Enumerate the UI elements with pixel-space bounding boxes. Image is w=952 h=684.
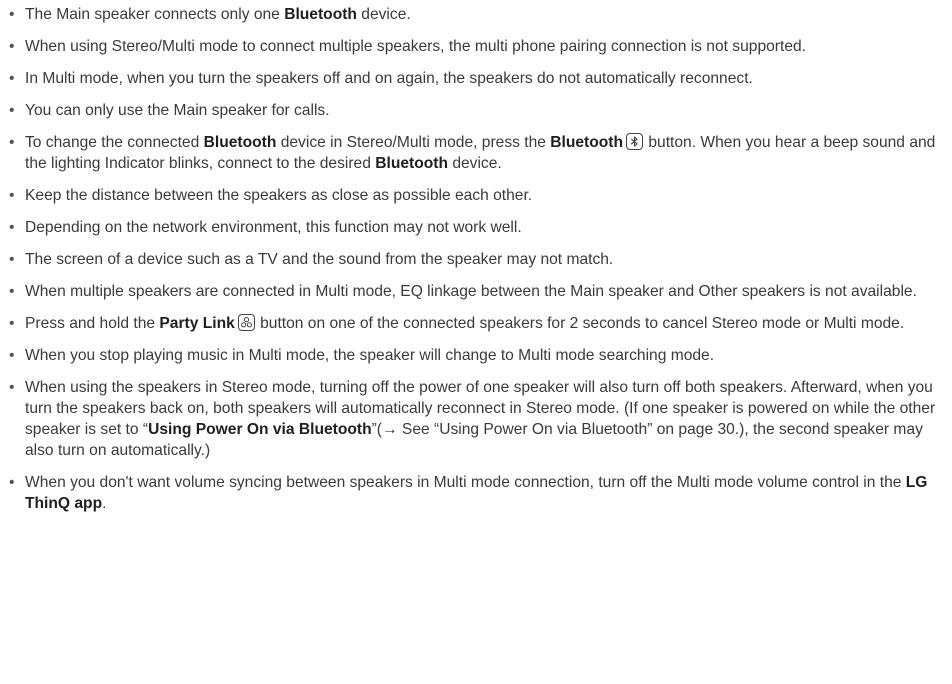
note-text: To change the connected xyxy=(25,134,204,151)
note-item: When multiple speakers are connected in … xyxy=(6,281,940,302)
note-item: When using the speakers in Stereo mode, … xyxy=(6,377,940,461)
note-text: The screen of a device such as a TV and … xyxy=(25,251,614,268)
note-item: Depending on the network environment, th… xyxy=(6,217,940,238)
page: The Main speaker connects only one Bluet… xyxy=(0,0,952,684)
note-item: When using Stereo/Multi mode to connect … xyxy=(6,36,940,57)
note-text: When you stop playing music in Multi mod… xyxy=(25,347,715,364)
note-item: You can only use the Main speaker for ca… xyxy=(6,100,940,121)
note-text: In Multi mode, when you turn the speaker… xyxy=(25,70,753,87)
emphasis-text: Using Power On via Bluetooth xyxy=(148,421,372,438)
note-item: The screen of a device such as a TV and … xyxy=(6,249,940,270)
emphasis-text: Bluetooth xyxy=(284,6,357,23)
note-text: device. xyxy=(356,6,411,23)
note-item: To change the connected Bluetooth device… xyxy=(6,132,940,174)
bluetooth-icon xyxy=(626,133,644,150)
emphasis-text: Bluetooth xyxy=(550,134,624,151)
note-item: When you don't want volume syncing betwe… xyxy=(6,472,940,514)
note-item: The Main speaker connects only one Bluet… xyxy=(6,4,940,25)
note-item: In Multi mode, when you turn the speaker… xyxy=(6,68,940,89)
note-item: Press and hold the Party Link button on … xyxy=(6,313,940,334)
note-item: Keep the distance between the speakers a… xyxy=(6,185,940,206)
note-text: When multiple speakers are connected in … xyxy=(25,283,917,300)
notes-list: The Main speaker connects only one Bluet… xyxy=(6,4,940,514)
note-text: You can only use the Main speaker for ca… xyxy=(25,102,330,119)
note-text: Depending on the network environment, th… xyxy=(25,219,522,236)
note-text: button on one of the connected speakers … xyxy=(255,315,905,332)
note-text: Press and hold the xyxy=(25,315,160,332)
party-link-icon xyxy=(237,314,255,331)
note-text: Keep the distance between the speakers a… xyxy=(25,187,533,204)
note-text: When you don't want volume syncing betwe… xyxy=(25,474,906,491)
note-text: The Main speaker connects only one xyxy=(25,6,285,23)
note-item: When you stop playing music in Multi mod… xyxy=(6,345,940,366)
emphasis-text: Party Link xyxy=(159,315,235,332)
emphasis-text: Bluetooth xyxy=(203,134,277,151)
note-text: device in Stereo/Multi mode, press the xyxy=(276,134,551,151)
note-text: . xyxy=(102,495,107,512)
emphasis-text: Bluetooth xyxy=(375,155,448,172)
note-text: When using Stereo/Multi mode to connect … xyxy=(25,38,806,55)
note-text: device. xyxy=(447,155,502,172)
